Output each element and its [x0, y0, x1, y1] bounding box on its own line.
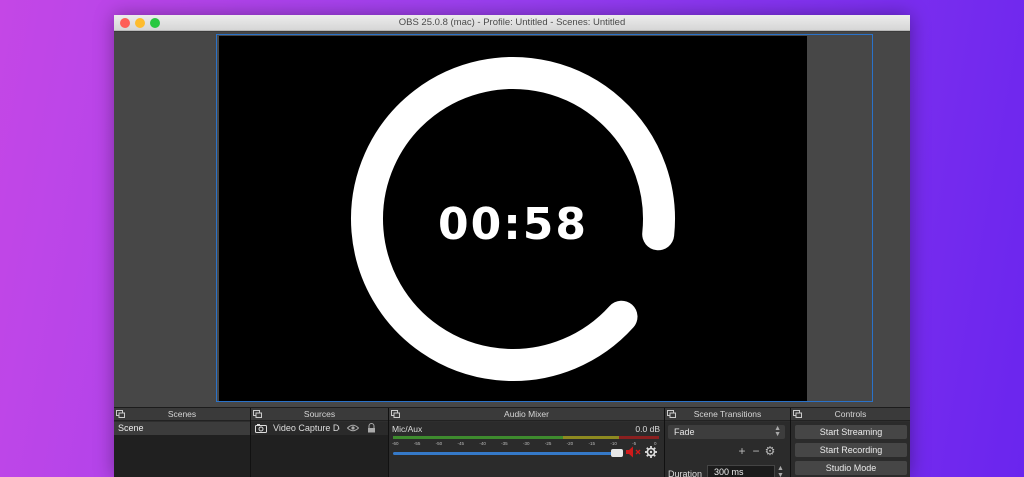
transition-selected-value: Fade [674, 427, 695, 437]
camera-icon [255, 424, 267, 433]
source-bounding-box[interactable]: 00:58 [216, 34, 873, 402]
volume-slider-handle[interactable] [611, 449, 623, 457]
title-bar: OBS 25.0.8 (mac) - Profile: Untitled - S… [114, 15, 910, 31]
meter-tick-label: -30 [523, 441, 530, 446]
scenes-list: Scene [114, 422, 250, 477]
scene-list-item[interactable]: Scene [114, 422, 250, 435]
select-arrows-icon: ▲ ▼ [774, 425, 781, 438]
undock-icon[interactable] [253, 410, 262, 418]
undock-icon[interactable] [116, 410, 125, 418]
audio-mixer-dock: Audio Mixer Mic/Aux 0.0 dB -60 -55 -50 -45 -… [389, 408, 664, 477]
transition-buttons: + − ⚙ [735, 444, 777, 458]
sources-dock-title: Sources [303, 409, 336, 419]
meter-tick-label: -40 [479, 441, 486, 446]
meter-tick-label: -10 [610, 441, 617, 446]
controls-panel: Start Streaming Start Recording Studio M… [791, 422, 910, 477]
transitions-panel: Fade ▲ ▼ + − ⚙ Duration 300 ms ▲ ▼ [665, 422, 790, 477]
source-list-item[interactable]: Video Capture Device [251, 422, 388, 435]
meter-tick-label: -25 [544, 441, 552, 446]
controls-dock: Controls Start Streaming Start Recording… [791, 408, 910, 477]
controls-dock-header: Controls [791, 408, 910, 421]
minimize-window-button[interactable] [135, 18, 145, 28]
preview-area[interactable]: 00:58 [114, 32, 910, 407]
meter-tick-label: -45 [457, 441, 465, 446]
start-recording-button[interactable]: Start Recording [795, 443, 907, 457]
eye-icon[interactable] [347, 424, 359, 432]
dock-area: Scenes Scene Sources Video Capture Devic… [114, 407, 910, 477]
meter-tick-label: -50 [435, 441, 443, 446]
audio-mixer-dock-header: Audio Mixer [389, 408, 664, 421]
undock-icon[interactable] [793, 410, 802, 418]
remove-transition-icon[interactable]: − [749, 444, 763, 458]
duration-stepper-icon[interactable]: ▲ ▼ [777, 465, 784, 477]
window-title: OBS 25.0.8 (mac) - Profile: Untitled - S… [398, 17, 626, 28]
scene-transitions-dock-title: Scene Transitions [693, 409, 762, 419]
mixer-channel-name: Mic/Aux [392, 424, 423, 434]
transition-select[interactable]: Fade ▲ ▼ [668, 425, 785, 439]
mixer-channel: Mic/Aux 0.0 dB -60 -55 -50 -45 -40 -35 -30 -25 -… [389, 422, 664, 477]
scenes-dock-header: Scenes [114, 408, 250, 421]
program-canvas: 00:58 [219, 36, 807, 401]
sources-dock-header: Sources [251, 408, 388, 421]
transition-properties-gear-icon[interactable]: ⚙ [763, 444, 777, 458]
studio-mode-button[interactable]: Studio Mode [795, 461, 907, 475]
scenes-dock-title: Scenes [167, 409, 197, 419]
volume-meter [393, 436, 659, 439]
obs-window: OBS 25.0.8 (mac) - Profile: Untitled - S… [114, 15, 910, 477]
meter-tick-label: -35 [501, 441, 508, 446]
duration-label: Duration [668, 469, 703, 477]
gear-icon[interactable] [645, 446, 657, 458]
meter-tick-label: -60 [392, 441, 399, 446]
start-streaming-button[interactable]: Start Streaming [795, 425, 907, 439]
source-label: Video Capture Device [273, 423, 340, 433]
scene-transitions-dock-header: Scene Transitions [665, 408, 790, 421]
meter-tick-label: -55 [413, 441, 421, 446]
volume-slider-track[interactable] [393, 452, 621, 455]
meter-tick-label: -15 [588, 441, 596, 446]
undock-icon[interactable] [391, 410, 400, 418]
mixer-channel-level: 0.0 dB [635, 424, 660, 434]
undock-icon[interactable] [667, 410, 676, 418]
scene-transitions-dock: Scene Transitions Fade ▲ ▼ + − ⚙ Duration 3… [665, 408, 790, 477]
audio-mixer-dock-title: Audio Mixer [504, 409, 549, 419]
muted-speaker-icon[interactable] [625, 446, 643, 458]
zoom-window-button[interactable] [150, 18, 160, 28]
meter-tick-label: -20 [566, 441, 574, 446]
close-window-button[interactable] [120, 18, 130, 28]
countdown-time: 00:58 [437, 199, 589, 250]
add-transition-icon[interactable]: + [735, 444, 749, 458]
volume-meter-scale: -60 -55 -50 -45 -40 -35 -30 -25 -20 -15 -10 -5 0 [392, 441, 662, 449]
lock-icon[interactable] [367, 423, 376, 433]
duration-input[interactable]: 300 ms [707, 465, 775, 477]
sources-list: Video Capture Device [251, 422, 388, 477]
controls-dock-title: Controls [834, 409, 867, 419]
sources-dock: Sources Video Capture Device [251, 408, 388, 477]
scenes-dock: Scenes Scene [114, 408, 250, 477]
